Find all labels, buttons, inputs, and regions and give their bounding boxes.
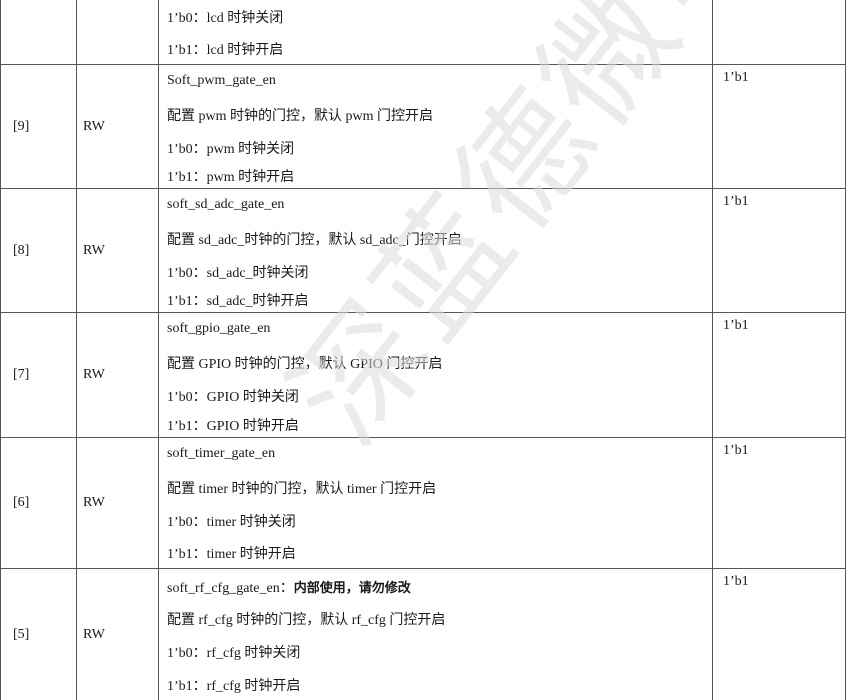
option-off-text: 1’b0：pwm 时钟关闭 [167,142,295,157]
bit-index: [7] [13,367,30,382]
option-off-text: 1’b0：GPIO 时钟关闭 [167,390,299,405]
bit-index: [8] [13,242,30,258]
option-on-text: 1’b1：pwm 时钟开启 [167,170,295,185]
access-type: RW [83,495,105,510]
option-on-text: 1’b1：lcd 时钟开启 [167,43,284,58]
register-row-partial: 1’b0：lcd 时钟关闭 1’b1：lcd 时钟开启 [0,0,846,65]
option-on-text: 1’b1：GPIO 时钟开启 [167,419,299,434]
reset-value: 1’b1 [723,574,749,589]
access-type: RW [83,118,105,134]
option-off-text: 1’b0：rf_cfg 时钟关闭 [167,646,301,661]
option-off-text: 1’b0：timer 时钟关闭 [167,515,296,530]
reset-cell: 1’b1 [713,569,846,700]
field-description: 配置 pwm 时钟的门控，默认 pwm 门控开启 [167,109,433,124]
access-cell: RW [76,569,159,700]
bit-index: [6] [13,495,30,510]
bit-cell: [9] [0,65,77,188]
reset-value: 1’b1 [723,70,749,85]
description-cell: soft_rf_cfg_gate_en：内部使用，请勿修改 配置 rf_cfg … [159,569,713,700]
register-row: [7] RW soft_gpio_gate_en 配置 GPIO 时钟的门控，默… [0,313,846,438]
field-name: Soft_pwm_gate_en [167,73,276,88]
access-type: RW [83,367,105,382]
register-row: [6] RW soft_timer_gate_en 配置 timer 时钟的门控… [0,438,846,569]
access-cell: RW [76,65,159,188]
reset-cell: 1’b1 [713,313,846,437]
reset-cell: 1’b1 [713,65,846,188]
reset-value: 1’b1 [723,443,749,458]
register-row: [8] RW soft_sd_adc_gate_en 配置 sd_adc_时钟的… [0,189,846,313]
field-description: 配置 timer 时钟的门控，默认 timer 门控开启 [167,482,437,497]
bit-cell: [7] [0,313,77,437]
description-cell: soft_sd_adc_gate_en 配置 sd_adc_时钟的门控，默认 s… [159,189,713,312]
access-cell: RW [76,313,159,437]
access-type: RW [83,626,105,642]
option-on-text: 1’b1：sd_adc_时钟开启 [167,294,309,309]
option-on-text: 1’b1：rf_cfg 时钟开启 [167,679,301,694]
option-off-text: 1’b0：sd_adc_时钟关闭 [167,266,309,281]
field-description: 配置 GPIO 时钟的门控，默认 GPIO 门控开启 [167,357,443,372]
field-description: 配置 sd_adc_时钟的门控，默认 sd_adc_门控开启 [167,233,462,248]
access-cell: RW [76,189,159,312]
description-cell: soft_timer_gate_en 配置 timer 时钟的门控，默认 tim… [159,438,713,568]
register-row: [9] RW Soft_pwm_gate_en 配置 pwm 时钟的门控，默认 … [0,65,846,189]
bit-cell: [8] [0,189,77,312]
bit-cell: [6] [0,438,77,568]
description-cell: 1’b0：lcd 时钟关闭 1’b1：lcd 时钟开启 [159,0,713,64]
access-cell: RW [76,438,159,568]
bit-index: [9] [13,118,30,134]
bit-index: [5] [13,626,30,642]
field-description: 配置 rf_cfg 时钟的门控，默认 rf_cfg 门控开启 [167,613,446,628]
register-row: [5] RW soft_rf_cfg_gate_en：内部使用，请勿修改 配置 … [0,569,846,700]
field-name: soft_sd_adc_gate_en [167,197,285,212]
bit-cell: [5] [0,569,77,700]
description-cell: Soft_pwm_gate_en 配置 pwm 时钟的门控，默认 pwm 门控开… [159,65,713,188]
reset-cell: 1’b1 [713,438,846,568]
reset-cell [713,0,846,64]
internal-use-warning: 内部使用，请勿修改 [293,581,411,596]
reset-value: 1’b1 [723,318,749,333]
field-name: soft_gpio_gate_en [167,321,271,336]
reset-value: 1’b1 [723,194,749,209]
access-type: RW [83,242,105,258]
bit-cell [0,0,77,64]
field-name: soft_rf_cfg_gate_en：内部使用，请勿修改 [167,577,411,597]
field-name: soft_timer_gate_en [167,446,276,461]
option-off-text: 1’b0：lcd 时钟关闭 [167,11,284,26]
reset-cell: 1’b1 [713,189,846,312]
access-cell [76,0,159,64]
description-cell: soft_gpio_gate_en 配置 GPIO 时钟的门控，默认 GPIO … [159,313,713,437]
field-name-text: soft_rf_cfg_gate_en： [167,581,294,596]
option-on-text: 1’b1：timer 时钟开启 [167,547,296,562]
